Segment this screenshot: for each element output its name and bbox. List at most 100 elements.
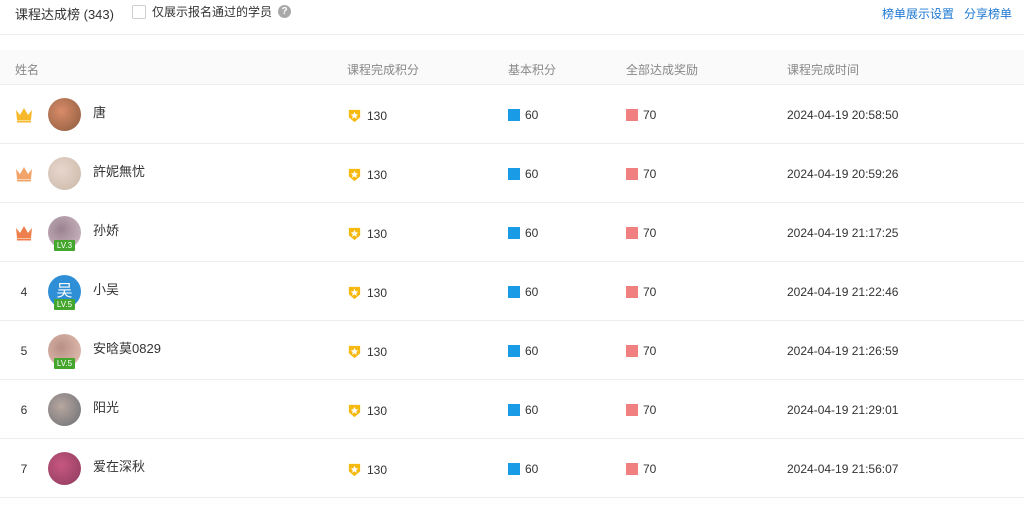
avatar[interactable] bbox=[48, 393, 81, 426]
registered-only-checkbox[interactable] bbox=[132, 4, 146, 19]
table-row: 6 阳光 130 60 70 2024-04-19 21:29:01 bbox=[0, 380, 1024, 439]
completion-time: 2024-04-19 21:22:46 bbox=[787, 285, 899, 299]
red-square-icon bbox=[626, 109, 638, 121]
share-ranking-link[interactable]: 分享榜单 bbox=[964, 5, 1012, 22]
reward-cell: 70 bbox=[626, 226, 656, 240]
rank-number: 7 bbox=[20, 462, 28, 476]
base-score-cell: 60 bbox=[508, 285, 538, 299]
blue-square-icon bbox=[508, 227, 520, 239]
reward-value: 70 bbox=[643, 344, 657, 358]
table-row: 7 爱在深秋 130 60 70 2024-04-19 21:56:07 bbox=[0, 439, 1024, 498]
ranking-display-settings-link[interactable]: 榜单展示设置 bbox=[882, 5, 954, 22]
score-cell: 130 bbox=[347, 462, 387, 477]
score-value: 130 bbox=[367, 344, 388, 359]
student-name: 安晗莫0829 bbox=[93, 341, 161, 356]
base-score-cell: 60 bbox=[508, 344, 538, 358]
star-shield-icon bbox=[348, 404, 361, 418]
crown-icon bbox=[16, 167, 32, 182]
score-value: 130 bbox=[367, 462, 388, 477]
ranking-table-body: 唐 130 60 70 2024-04-19 20:58:50 許妮無忧 130 60 70 20… bbox=[0, 85, 1024, 498]
score-cell: 130 bbox=[347, 285, 387, 300]
avatar[interactable] bbox=[48, 157, 81, 190]
reward-value: 70 bbox=[643, 285, 657, 299]
column-header-score: 课程完成积分 bbox=[347, 63, 420, 77]
base-score-cell: 60 bbox=[508, 403, 538, 417]
student-name: 許妮無忧 bbox=[93, 164, 146, 179]
base-score-value: 60 bbox=[525, 462, 539, 476]
level-badge: LV.5 bbox=[54, 358, 75, 369]
avatar[interactable] bbox=[48, 452, 81, 485]
blue-square-icon bbox=[508, 109, 520, 121]
reward-cell: 70 bbox=[626, 462, 656, 476]
student-name: 爱在深秋 bbox=[93, 459, 146, 474]
blue-square-icon bbox=[508, 463, 520, 475]
base-score-value: 60 bbox=[525, 108, 539, 122]
red-square-icon bbox=[626, 168, 638, 180]
rank-number: 4 bbox=[20, 285, 28, 299]
star-shield-icon bbox=[348, 168, 361, 182]
base-score-cell: 60 bbox=[508, 167, 538, 181]
base-score-value: 60 bbox=[525, 285, 539, 299]
top-bar: 课程达成榜 (343) 仅展示报名通过的学员 ? 榜单展示设置 分享榜单 bbox=[0, 0, 1024, 26]
avatar[interactable] bbox=[48, 98, 81, 131]
red-square-icon bbox=[626, 463, 638, 475]
table-row: 4 吴 LV.5 小吴 130 60 70 2024-04-19 21:22:46 bbox=[0, 262, 1024, 321]
star-shield-icon bbox=[348, 227, 361, 241]
crown-icon bbox=[16, 226, 32, 241]
score-value: 130 bbox=[367, 226, 388, 241]
registered-only-label: 仅展示报名通过的学员 bbox=[152, 5, 273, 19]
reward-value: 70 bbox=[643, 462, 657, 476]
score-cell: 130 bbox=[347, 226, 387, 241]
blue-square-icon bbox=[508, 345, 520, 357]
student-name: 小吴 bbox=[93, 282, 120, 297]
column-header-base: 基本积分 bbox=[508, 63, 557, 77]
question-icon[interactable]: ? bbox=[278, 5, 292, 18]
completion-time: 2024-04-19 21:29:01 bbox=[787, 403, 899, 417]
crown-icon bbox=[16, 108, 32, 123]
table-row: 許妮無忧 130 60 70 2024-04-19 20:59:26 bbox=[0, 144, 1024, 203]
table-row: 5 LV.5 安晗莫0829 130 60 70 2024-04-19 21:26:59 bbox=[0, 321, 1024, 380]
score-value: 130 bbox=[367, 167, 388, 182]
score-value: 130 bbox=[367, 403, 388, 418]
blue-square-icon bbox=[508, 404, 520, 416]
reward-value: 70 bbox=[643, 108, 657, 122]
student-name: 阳光 bbox=[93, 400, 120, 415]
star-shield-icon bbox=[348, 286, 361, 300]
base-score-cell: 60 bbox=[508, 462, 538, 476]
table-row: 唐 130 60 70 2024-04-19 20:58:50 bbox=[0, 85, 1024, 144]
page-title: 课程达成榜 (343) bbox=[15, 7, 114, 22]
table-header: 姓名 课程完成积分 基本积分 全部达成奖励 课程完成时间 bbox=[0, 50, 1024, 85]
divider bbox=[0, 34, 1024, 35]
red-square-icon bbox=[626, 227, 638, 239]
rank-number: 6 bbox=[20, 403, 28, 417]
level-badge: LV.5 bbox=[54, 299, 75, 310]
completion-time: 2024-04-19 20:59:26 bbox=[787, 167, 899, 181]
score-value: 130 bbox=[367, 285, 388, 300]
reward-value: 70 bbox=[643, 167, 657, 181]
column-header-time: 课程完成时间 bbox=[787, 63, 860, 77]
red-square-icon bbox=[626, 345, 638, 357]
base-score-value: 60 bbox=[525, 226, 539, 240]
rank-number: 5 bbox=[20, 344, 28, 358]
blue-square-icon bbox=[508, 286, 520, 298]
star-shield-icon bbox=[348, 463, 361, 477]
column-header-reward: 全部达成奖励 bbox=[626, 63, 699, 77]
red-square-icon bbox=[626, 286, 638, 298]
base-score-cell: 60 bbox=[508, 108, 538, 122]
base-score-value: 60 bbox=[525, 344, 539, 358]
student-name: 唐 bbox=[93, 105, 107, 120]
registered-only-filter[interactable]: 仅展示报名通过的学员 ? bbox=[132, 3, 292, 20]
score-cell: 130 bbox=[347, 344, 387, 359]
completion-time: 2024-04-19 21:56:07 bbox=[787, 462, 899, 476]
table-row: LV.3 孙娇 130 60 70 2024-04-19 21:17:25 bbox=[0, 203, 1024, 262]
star-shield-icon bbox=[348, 345, 361, 359]
header-actions: 榜单展示设置 分享榜单 bbox=[882, 5, 1012, 22]
base-score-cell: 60 bbox=[508, 226, 538, 240]
column-header-name: 姓名 bbox=[15, 63, 40, 77]
student-name: 孙娇 bbox=[93, 223, 120, 238]
score-value: 130 bbox=[367, 108, 388, 123]
completion-time: 2024-04-19 21:26:59 bbox=[787, 344, 899, 358]
score-cell: 130 bbox=[347, 108, 387, 123]
reward-cell: 70 bbox=[626, 403, 656, 417]
completion-time: 2024-04-19 20:58:50 bbox=[787, 108, 899, 122]
